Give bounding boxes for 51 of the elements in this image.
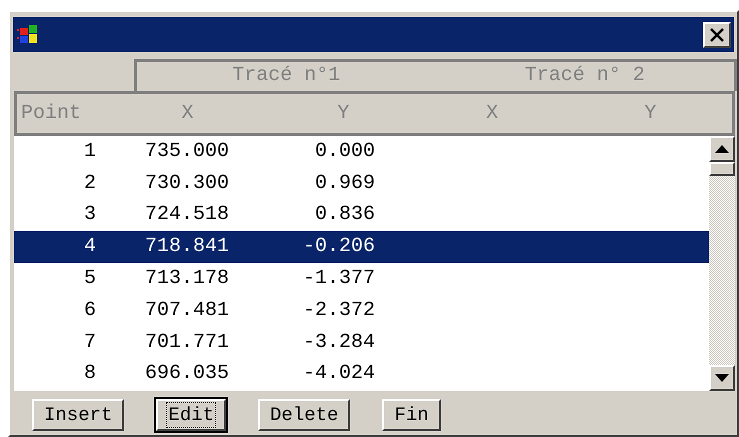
x-value: 724.518 <box>144 202 229 228</box>
group-heading: Tracé n°1 <box>231 63 342 89</box>
y-value: 0.969 <box>314 170 375 197</box>
point-number: 2 <box>82 170 97 197</box>
point-number: 4 <box>82 234 97 260</box>
table-row[interactable]: 2 730.300 0.969 <box>14 168 709 200</box>
close-icon <box>709 28 725 42</box>
x-value: 730.300 <box>144 170 229 197</box>
close-button[interactable] <box>703 22 731 48</box>
y-value: -0.206 <box>302 234 375 260</box>
table-row[interactable]: 5 713.178 -1.377 <box>14 263 709 295</box>
table-row[interactable]: 7 701.771 -3.284 <box>14 326 709 359</box>
x-value: 707.481 <box>144 298 229 324</box>
column-header: Y <box>336 100 350 126</box>
up-triangle-icon <box>715 145 729 153</box>
table-row[interactable]: 8 696.035 -4.024 <box>14 358 709 390</box>
x-value: 713.178 <box>144 266 229 292</box>
action-button[interactable]: Fin <box>382 399 441 431</box>
point-number: 6 <box>82 298 97 324</box>
y-value: -4.024 <box>302 361 375 388</box>
point-number: 1 <box>82 138 97 165</box>
y-value: -2.372 <box>302 298 375 324</box>
point-number: 3 <box>82 202 97 228</box>
column-header: X <box>485 100 500 126</box>
scroll-down-button[interactable] <box>709 365 735 391</box>
table-row[interactable]: 1 735.000 0.000 <box>14 136 709 168</box>
x-value: 718.841 <box>144 234 229 260</box>
y-value: -1.377 <box>302 266 375 292</box>
action-button[interactable]: Delete <box>258 399 350 431</box>
column-header: X <box>180 100 194 126</box>
column-header: Y <box>643 100 658 126</box>
x-value: 701.771 <box>144 330 229 356</box>
down-triangle-icon <box>715 374 729 382</box>
table-row[interactable]: 4 718.841 -0.206 <box>14 231 709 264</box>
y-value: 0.000 <box>314 138 375 165</box>
x-value: 735.000 <box>144 138 229 165</box>
point-number: 5 <box>82 266 97 292</box>
table-row[interactable]: 3 724.518 0.836 <box>14 200 709 232</box>
point-number: 8 <box>82 361 97 388</box>
x-value: 696.035 <box>144 361 229 388</box>
table-row[interactable]: 6 707.481 -2.372 <box>14 294 709 327</box>
group-heading: Tracé n° 2 <box>524 63 646 89</box>
scroll-up-button[interactable] <box>709 136 735 162</box>
y-value: 0.836 <box>314 202 375 228</box>
scrollbar[interactable] <box>709 136 735 391</box>
point-number: 7 <box>82 330 97 356</box>
column-header: Point <box>20 100 82 126</box>
action-button[interactable]: Edit <box>156 399 226 431</box>
action-button[interactable]: Insert <box>32 399 124 431</box>
scroll-thumb[interactable] <box>709 162 735 176</box>
y-value: -3.284 <box>302 330 375 356</box>
